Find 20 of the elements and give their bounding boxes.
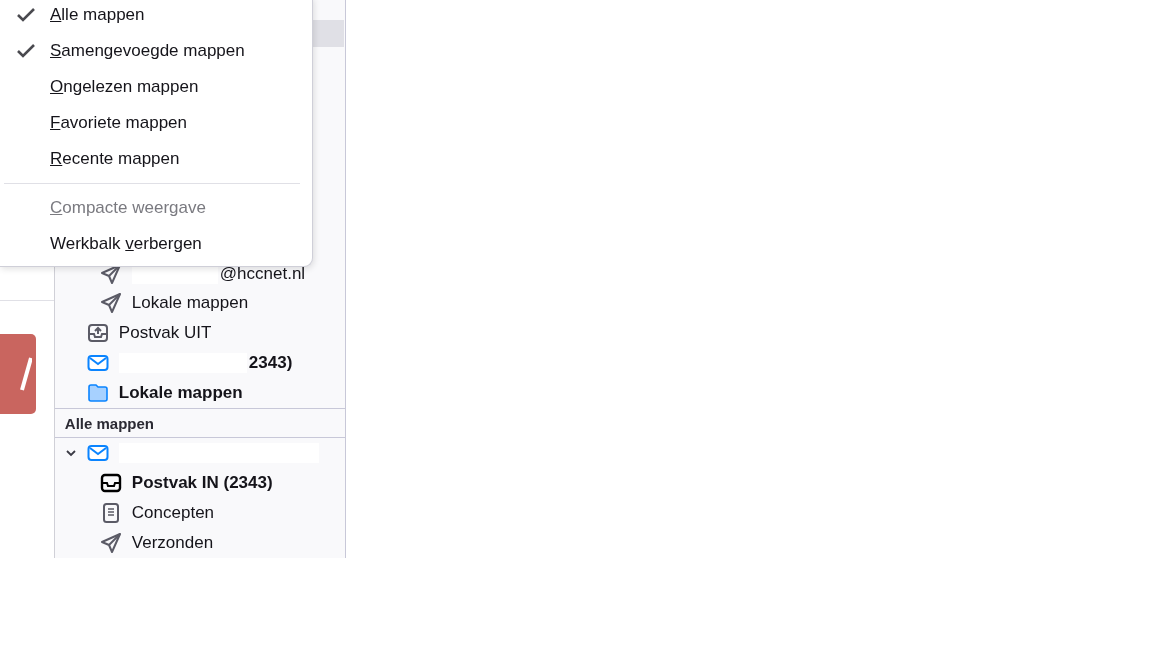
menu-item[interactable]: Alle mappen — [0, 0, 312, 33]
paper-plane-icon — [99, 532, 122, 554]
paper-plane-icon — [99, 292, 122, 315]
slash-icon — [20, 356, 32, 392]
folder-icon — [86, 382, 109, 405]
folder-item[interactable]: Verzonden — [54, 528, 345, 558]
outbox-icon — [86, 322, 109, 345]
menu-item[interactable]: Recente mappen — [0, 141, 312, 177]
folder-item[interactable]: Concepten — [54, 498, 345, 528]
folder-item[interactable]: Lokale mappen — [54, 378, 345, 409]
menu-item[interactable]: Ongelezen mappen — [0, 69, 312, 105]
menu-item[interactable]: Werkbalk verbergen — [0, 226, 312, 262]
folder-item[interactable]: Postvak UIT — [54, 318, 345, 349]
folder-item[interactable]: Lokale mappen — [54, 288, 345, 319]
button-fragment[interactable] — [0, 334, 36, 414]
menu-item[interactable]: Samengevoegde mappen — [0, 33, 312, 69]
folder-item[interactable]: Postvak IN (2343) — [54, 468, 345, 499]
section-header: Alle mappen — [54, 408, 345, 439]
inbox-icon — [99, 472, 122, 495]
menu-item[interactable]: Favoriete mappen — [0, 105, 312, 141]
